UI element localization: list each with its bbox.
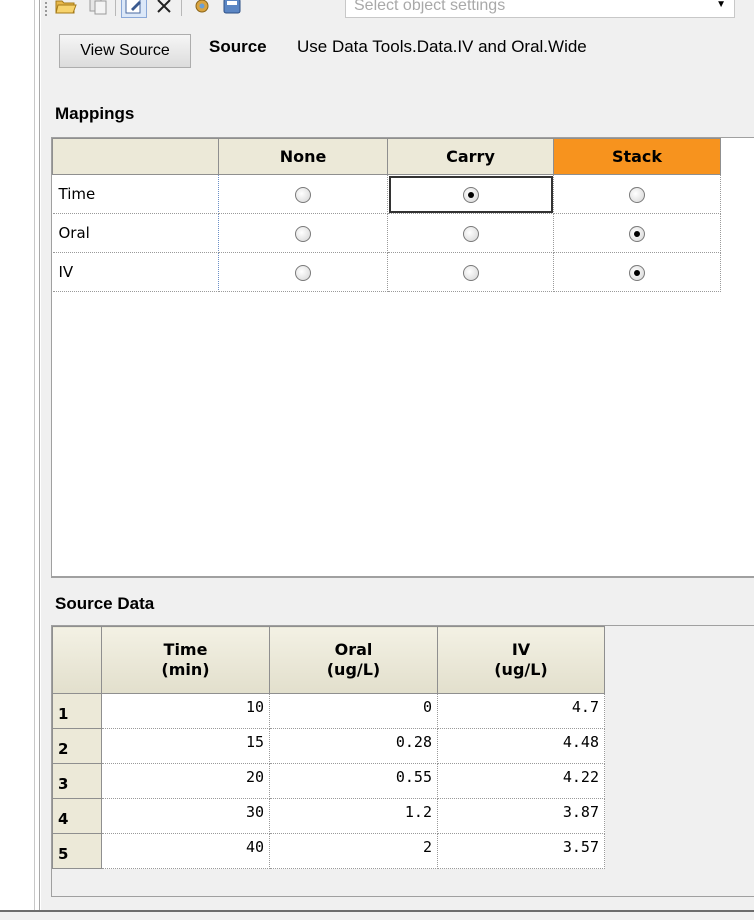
radio-button[interactable] (462, 225, 479, 242)
row-header[interactable]: 2 (52, 728, 102, 764)
cell-oral[interactable]: 0 (269, 693, 438, 729)
source-data-table: Time (min) Oral (ug/L) IV (ug/L) 1 10 0 4.7… (52, 626, 605, 869)
edit-icon[interactable] (121, 0, 147, 18)
radio-button-selected[interactable] (629, 264, 645, 281)
mappings-header-row: None Carry Stack (52, 138, 721, 175)
table-row: 1 10 0 4.7 (52, 693, 605, 729)
source-label: Source (209, 37, 267, 56)
radio-button[interactable] (295, 186, 311, 203)
radio-time-carry[interactable] (387, 174, 554, 214)
toolbar: Select object settings ▼ (41, 0, 754, 24)
table-row: 2 15 0.28 4.48 (52, 728, 605, 764)
cell-oral[interactable]: 2 (269, 833, 438, 869)
cell-iv[interactable]: 3.87 (437, 798, 605, 834)
left-pane-splitter[interactable] (34, 0, 39, 910)
cell-time[interactable]: 15 (101, 728, 270, 764)
mapping-row-label: IV (52, 252, 219, 292)
radio-oral-none[interactable] (218, 213, 388, 253)
object-settings-placeholder: Select object settings (354, 0, 506, 14)
column-name: Oral (334, 640, 373, 659)
data-mapping-panel: Select object settings ▼ View Source Sou… (41, 0, 754, 910)
toolbar-separator (115, 0, 116, 16)
cell-iv[interactable]: 4.7 (437, 693, 605, 729)
radio-iv-carry[interactable] (387, 252, 554, 292)
table-row: 4 30 1.2 3.87 (52, 798, 605, 834)
radio-button-selected[interactable] (462, 186, 479, 203)
radio-oral-stack[interactable] (553, 213, 721, 253)
column-unit: (min) (161, 660, 210, 679)
cell-time[interactable]: 40 (101, 833, 270, 869)
column-header-stack[interactable]: Stack (553, 138, 721, 175)
chevron-down-icon[interactable]: ▼ (716, 0, 726, 10)
cell-oral[interactable]: 1.2 (269, 798, 438, 834)
mapping-row-label: Time (52, 174, 219, 214)
radio-button-selected[interactable] (629, 225, 645, 242)
cell-iv[interactable]: 4.48 (437, 728, 605, 764)
delete-x-icon[interactable] (151, 0, 177, 18)
source-data-title: Source Data (55, 594, 155, 613)
cell-iv[interactable]: 3.57 (437, 833, 605, 869)
radio-time-none[interactable] (218, 174, 388, 214)
row-header[interactable]: 4 (52, 798, 102, 834)
mapping-row-iv: IV (52, 252, 721, 292)
toolbar-separator (181, 0, 182, 16)
radio-button[interactable] (462, 264, 479, 281)
radio-oral-carry[interactable] (387, 213, 554, 253)
view-source-button[interactable]: View Source (59, 34, 191, 68)
row-header[interactable]: 3 (52, 763, 102, 799)
copy-icon[interactable] (85, 0, 111, 18)
settings-gear-icon[interactable] (189, 0, 215, 18)
radio-iv-none[interactable] (218, 252, 388, 292)
save-settings-icon[interactable] (219, 0, 245, 18)
cell-time[interactable]: 10 (101, 693, 270, 729)
mappings-table: None Carry Stack Time Oral IV (52, 138, 721, 292)
status-bar (0, 910, 754, 920)
column-header-oral[interactable]: Oral (ug/L) (269, 626, 438, 694)
mapping-row-oral: Oral (52, 213, 721, 253)
column-unit: (ug/L) (326, 660, 381, 679)
column-header-time[interactable]: Time (min) (101, 626, 270, 694)
column-unit: (ug/L) (494, 660, 548, 679)
cell-oral[interactable]: 0.28 (269, 728, 438, 764)
column-name: IV (511, 640, 531, 659)
radio-iv-stack[interactable] (553, 252, 721, 292)
cell-oral[interactable]: 0.55 (269, 763, 438, 799)
mappings-grid: None Carry Stack Time Oral IV (51, 137, 754, 578)
table-row: 3 20 0.55 4.22 (52, 763, 605, 799)
mappings-title: Mappings (55, 104, 135, 123)
radio-button[interactable] (629, 186, 645, 203)
column-header-carry[interactable]: Carry (387, 138, 554, 175)
object-settings-combo[interactable]: Select object settings ▼ (345, 0, 735, 18)
cell-time[interactable]: 30 (101, 798, 270, 834)
cell-time[interactable]: 20 (101, 763, 270, 799)
mapping-row-label: Oral (52, 213, 219, 253)
mapping-row-time: Time (52, 174, 721, 214)
toolbar-grip[interactable] (45, 2, 48, 16)
mappings-grid-bottom-border (51, 576, 754, 578)
column-header-none[interactable]: None (218, 138, 388, 175)
source-data-corner-header[interactable] (52, 626, 102, 694)
cell-iv[interactable]: 4.22 (437, 763, 605, 799)
radio-button[interactable] (295, 264, 311, 281)
source-value: Use Data Tools.Data.IV and Oral.Wide (297, 37, 587, 56)
mappings-corner-header (52, 138, 219, 175)
radio-button[interactable] (295, 225, 311, 242)
column-header-iv[interactable]: IV (ug/L) (437, 626, 605, 694)
row-header[interactable]: 5 (52, 833, 102, 869)
source-data-grid: Time (min) Oral (ug/L) IV (ug/L) 1 10 0 4.7… (51, 625, 754, 897)
left-pane (0, 0, 40, 910)
column-name: Time (163, 640, 208, 659)
row-header[interactable]: 1 (52, 693, 102, 729)
table-row: 5 40 2 3.57 (52, 833, 605, 869)
open-folder-icon[interactable] (53, 0, 79, 18)
source-data-header-row: Time (min) Oral (ug/L) IV (ug/L) (52, 626, 605, 694)
radio-time-stack[interactable] (553, 174, 721, 214)
